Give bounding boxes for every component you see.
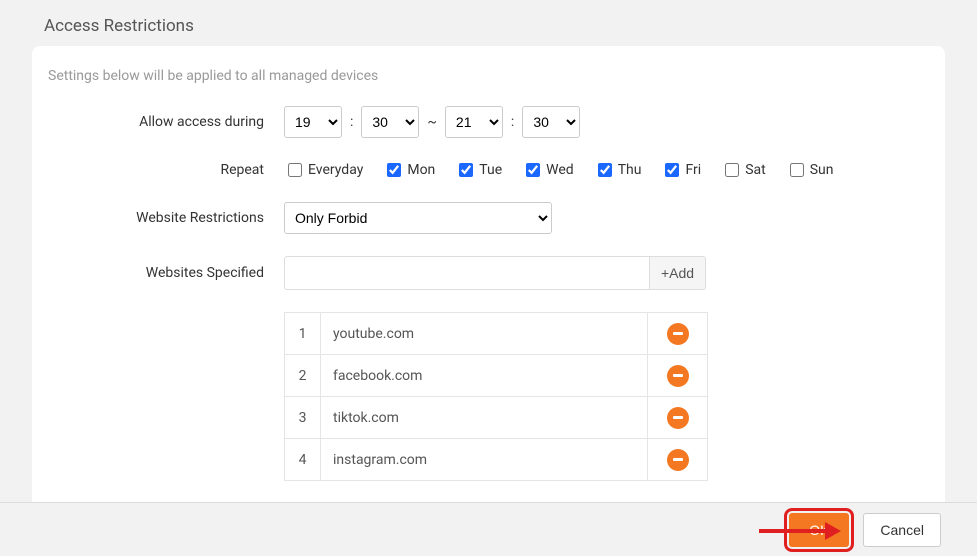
row-url: instagram.com <box>321 439 648 481</box>
delete-icon[interactable] <box>667 449 689 471</box>
delete-icon[interactable] <box>667 407 689 429</box>
row-url: tiktok.com <box>321 397 648 439</box>
from-minute-select[interactable]: 30 <box>361 106 419 138</box>
day-option[interactable]: Sat <box>721 160 766 180</box>
day-label: Sun <box>810 162 834 178</box>
day-option[interactable]: Thu <box>594 160 642 180</box>
dialog-footer: OK Cancel <box>0 502 977 556</box>
day-label: Tue <box>479 162 502 178</box>
day-checkbox[interactable] <box>459 163 473 177</box>
time-colon-2: : <box>511 114 514 130</box>
day-checkbox[interactable] <box>725 163 739 177</box>
delete-icon[interactable] <box>667 365 689 387</box>
day-option[interactable]: Everyday <box>284 160 363 180</box>
table-row: 3tiktok.com <box>285 397 708 439</box>
row-action <box>648 355 708 397</box>
to-hour-select[interactable]: 21 <box>445 106 503 138</box>
day-checkbox[interactable] <box>526 163 540 177</box>
settings-panel: Settings below will be applied to all ma… <box>32 46 945 521</box>
time-tilde: ~ <box>427 114 437 130</box>
day-option[interactable]: Fri <box>661 160 701 180</box>
label-allow-access: Allow access during <box>48 114 284 130</box>
ok-button[interactable]: OK <box>789 513 849 547</box>
day-label: Thu <box>618 162 642 178</box>
restrictions-select[interactable]: Only Forbid <box>284 202 552 234</box>
table-row: 1youtube.com <box>285 313 708 355</box>
page-title: Access Restrictions <box>0 0 977 46</box>
row-action <box>648 397 708 439</box>
row-index: 3 <box>285 397 321 439</box>
row-index: 1 <box>285 313 321 355</box>
label-restrictions: Website Restrictions <box>48 210 284 226</box>
day-checkbox[interactable] <box>598 163 612 177</box>
day-checkbox[interactable] <box>665 163 679 177</box>
day-label: Wed <box>546 162 574 178</box>
table-row: 4instagram.com <box>285 439 708 481</box>
label-specified: Websites Specified <box>48 265 284 281</box>
delete-icon[interactable] <box>667 323 689 345</box>
add-button[interactable]: +Add <box>650 256 706 290</box>
row-url: youtube.com <box>321 313 648 355</box>
day-label: Everyday <box>308 162 363 178</box>
row-action <box>648 313 708 355</box>
row-action <box>648 439 708 481</box>
to-minute-select[interactable]: 30 <box>522 106 580 138</box>
day-label: Fri <box>685 162 701 178</box>
day-checkbox[interactable] <box>288 163 302 177</box>
time-colon-1: : <box>350 114 353 130</box>
day-label: Sat <box>745 162 766 178</box>
row-index: 2 <box>285 355 321 397</box>
label-repeat: Repeat <box>48 162 284 178</box>
websites-table: 1youtube.com2facebook.com3tiktok.com4ins… <box>284 312 708 481</box>
day-checkbox[interactable] <box>387 163 401 177</box>
day-label: Mon <box>407 162 435 178</box>
website-input[interactable] <box>284 256 650 290</box>
hint-text: Settings below will be applied to all ma… <box>48 68 929 84</box>
day-option[interactable]: Sun <box>786 160 834 180</box>
from-hour-select[interactable]: 19 <box>284 106 342 138</box>
table-row: 2facebook.com <box>285 355 708 397</box>
cancel-button[interactable]: Cancel <box>863 513 941 547</box>
day-option[interactable]: Tue <box>455 160 502 180</box>
row-url: facebook.com <box>321 355 648 397</box>
day-option[interactable]: Wed <box>522 160 574 180</box>
day-option[interactable]: Mon <box>383 160 435 180</box>
row-index: 4 <box>285 439 321 481</box>
day-checkbox[interactable] <box>790 163 804 177</box>
